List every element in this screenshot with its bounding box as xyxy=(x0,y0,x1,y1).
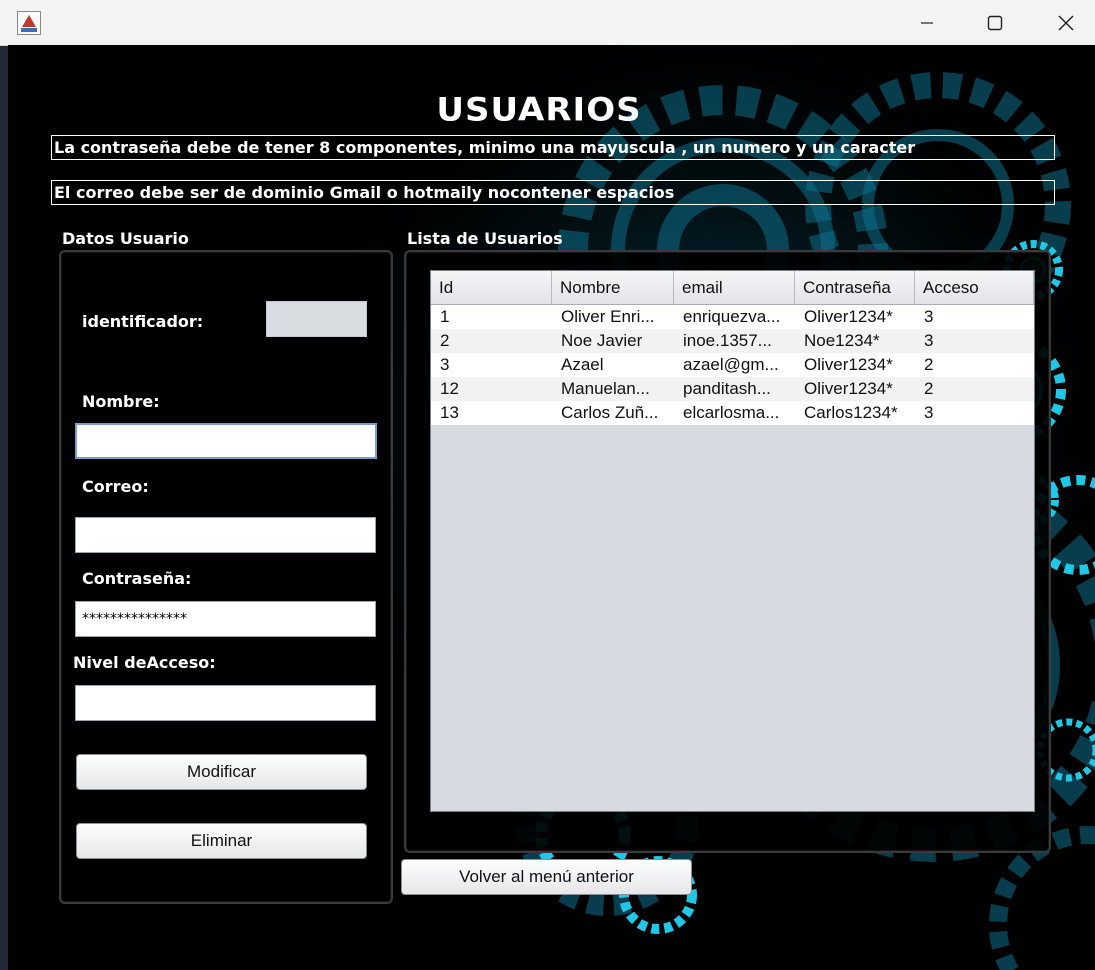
cell-contrasena: Oliver1234* xyxy=(804,307,893,326)
correo-label: Correo: xyxy=(82,477,149,496)
correo-field[interactable] xyxy=(75,517,376,553)
cell-nombre: Noe Javier xyxy=(561,331,643,350)
identificador-field xyxy=(266,301,367,337)
nivel-acceso-label: Nivel deAcceso: xyxy=(73,653,216,672)
table-row[interactable]: 1 Oliver Enri... enriquezva... Oliver123… xyxy=(431,305,1034,329)
column-header-nombre[interactable]: Nombre xyxy=(552,271,674,304)
cell-contrasena: Oliver1234* xyxy=(804,355,893,374)
cell-acceso: 2 xyxy=(924,355,934,374)
cell-contrasena: Noe1234* xyxy=(804,331,880,350)
java-app-icon xyxy=(17,11,41,35)
minimize-icon[interactable] xyxy=(904,0,950,45)
table-row[interactable]: 2 Noe Javier inoe.1357... Noe1234* 3 xyxy=(431,329,1034,353)
nombre-field[interactable] xyxy=(75,423,377,459)
cell-email: elcarlosma... xyxy=(683,403,780,422)
usuarios-table[interactable]: Id Nombre email Contraseña Acceso 1 Oliv… xyxy=(430,270,1035,812)
cell-acceso: 3 xyxy=(924,403,934,422)
cell-email: azael@gm... xyxy=(683,355,779,374)
email-rule-note: El correo debe ser de dominio Gmail o ho… xyxy=(51,180,1055,205)
column-header-acceso[interactable]: Acceso xyxy=(915,271,1034,304)
cell-email: inoe.1357... xyxy=(683,331,772,350)
cell-id: 12 xyxy=(440,379,459,398)
volver-menu-button[interactable]: Volver al menú anterior xyxy=(401,859,692,895)
column-header-id[interactable]: Id xyxy=(431,271,552,304)
table-row[interactable]: 3 Azael azael@gm... Oliver1234* 2 xyxy=(431,353,1034,377)
identificador-label: identificador: xyxy=(82,312,204,331)
cell-acceso: 3 xyxy=(924,331,934,350)
modificar-button[interactable]: Modificar xyxy=(76,754,367,790)
cell-id: 3 xyxy=(440,355,450,374)
contrasena-field[interactable] xyxy=(75,601,376,637)
page-title: USUARIOS xyxy=(436,91,642,129)
table-header: Id Nombre email Contraseña Acceso xyxy=(431,271,1034,305)
maximize-icon[interactable] xyxy=(972,0,1018,45)
lista-usuarios-title: Lista de Usuarios xyxy=(407,229,563,248)
password-rule-note: La contraseña debe de tener 8 componente… xyxy=(51,135,1055,160)
cell-email: enriquezva... xyxy=(683,307,781,326)
cell-acceso: 3 xyxy=(924,307,934,326)
cell-id: 1 xyxy=(440,307,450,326)
table-row[interactable]: 12 Manuelan... panditash... Oliver1234* … xyxy=(431,377,1034,401)
cell-contrasena: Oliver1234* xyxy=(804,379,893,398)
table-row[interactable]: 13 Carlos Zuñ... elcarlosma... Carlos123… xyxy=(431,401,1034,425)
cell-nombre: Manuelan... xyxy=(561,379,650,398)
window-titlebar xyxy=(0,0,1095,46)
nombre-label: Nombre: xyxy=(82,392,160,411)
cell-id: 2 xyxy=(440,331,450,350)
close-icon[interactable] xyxy=(1043,0,1089,45)
main-content: USUARIOS La contraseña debe de tener 8 c… xyxy=(8,45,1095,970)
cell-nombre: Carlos Zuñ... xyxy=(561,403,659,422)
cell-nombre: Azael xyxy=(561,355,604,374)
eliminar-button[interactable]: Eliminar xyxy=(76,823,367,859)
cell-id: 13 xyxy=(440,403,459,422)
cell-acceso: 2 xyxy=(924,379,934,398)
nivel-acceso-field[interactable] xyxy=(75,685,376,721)
contrasena-label: Contraseña: xyxy=(82,569,192,588)
cell-contrasena: Carlos1234* xyxy=(804,403,898,422)
column-header-contrasena[interactable]: Contraseña xyxy=(795,271,915,304)
column-header-email[interactable]: email xyxy=(674,271,795,304)
cell-nombre: Oliver Enri... xyxy=(561,307,655,326)
cell-email: panditash... xyxy=(683,379,771,398)
datos-usuario-title: Datos Usuario xyxy=(62,229,189,248)
